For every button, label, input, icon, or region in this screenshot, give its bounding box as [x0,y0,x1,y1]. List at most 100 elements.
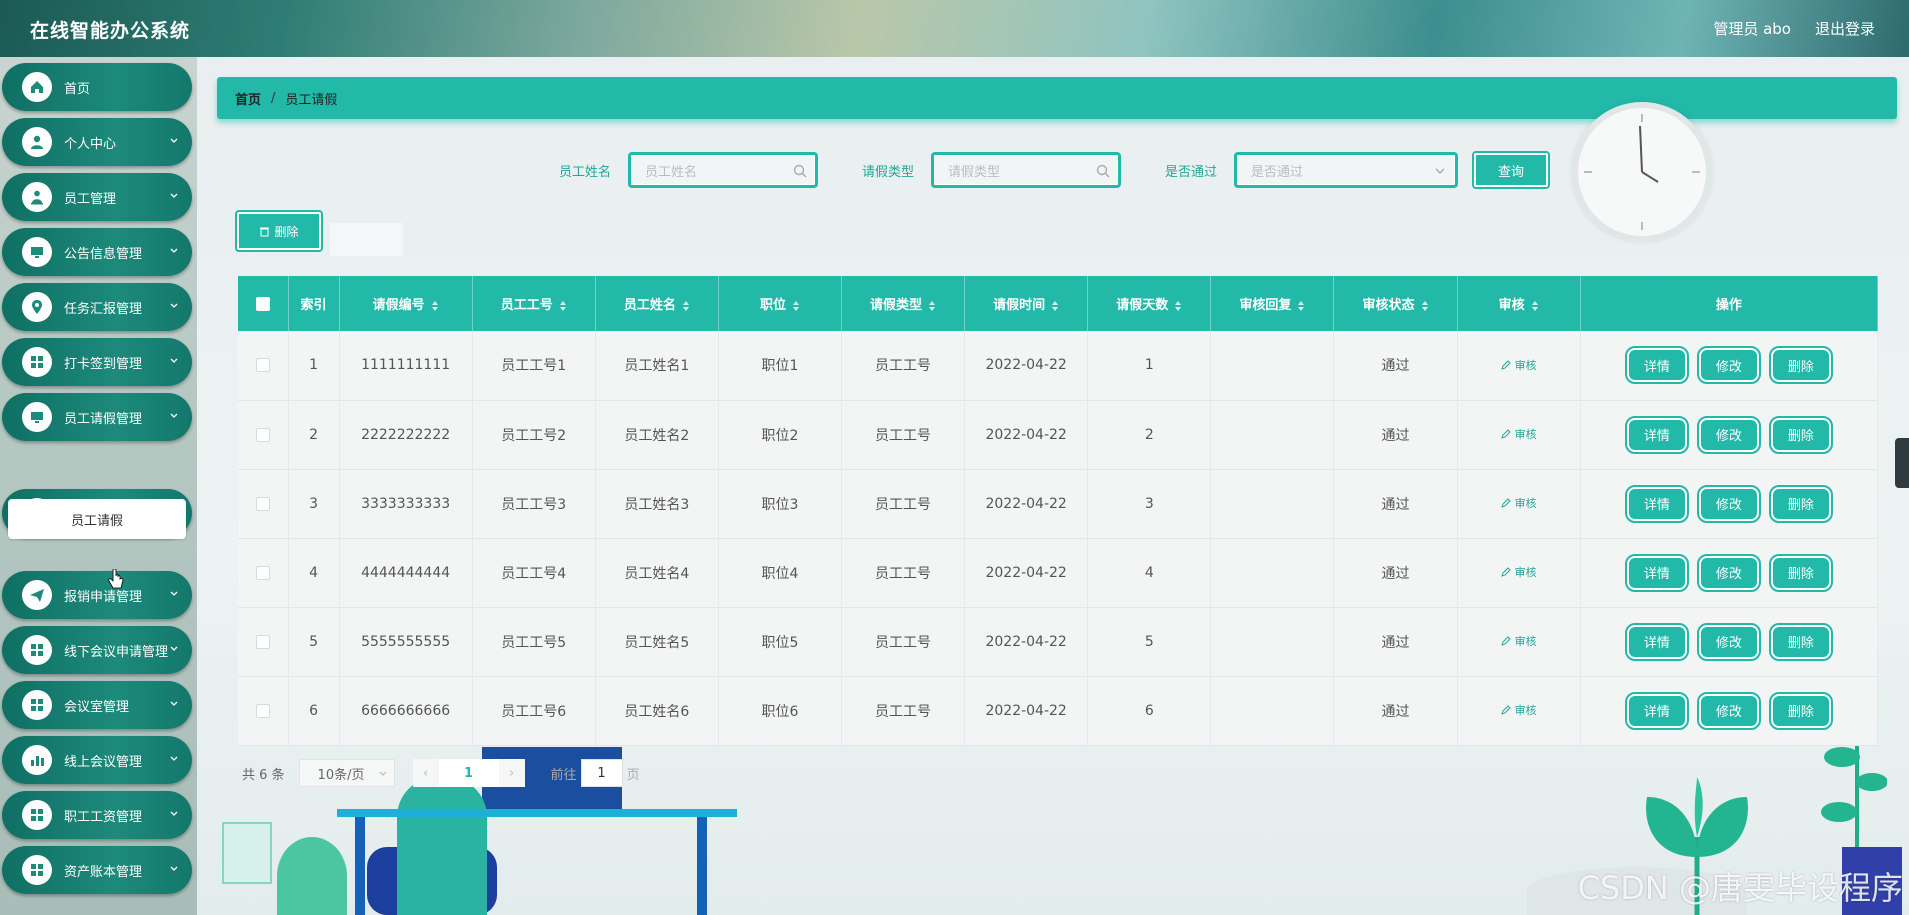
sidebar-item[interactable]: 线上会议管理 [2,736,192,784]
user-icon [22,127,52,157]
detail-button[interactable]: 详情 [1624,622,1689,661]
cell-position: 职位4 [718,538,843,608]
row-checkbox[interactable] [255,703,270,718]
column-header-label: 职位 [759,298,786,313]
breadcrumb-home[interactable]: 首页 [235,89,261,108]
edit-button[interactable]: 修改 [1696,484,1761,523]
audit-link[interactable]: 审核 [1500,564,1537,580]
column-header[interactable]: 员工工号 [472,276,596,331]
audit-link[interactable]: 审核 [1500,633,1537,649]
detail-button[interactable]: 详情 [1624,691,1689,730]
column-header[interactable]: 请假时间 [964,276,1089,331]
column-header[interactable]: 审核状态 [1333,276,1458,331]
sort-icon[interactable] [1174,300,1182,312]
row-select-cell [238,469,289,539]
current-page-number[interactable]: 1 [438,759,499,787]
sidebar-item-label: 员工请假管理 [64,411,143,427]
delete-button[interactable]: 删除 [1768,415,1833,454]
sidebar-item[interactable]: 员工管理 [2,173,192,221]
sidebar-item[interactable]: 员工请假管理 [2,393,192,441]
column-header[interactable]: 员工姓名 [595,276,719,331]
admin-user-label[interactable]: 管理员 abo [1713,18,1791,39]
column-header[interactable]: 请假天数 [1087,276,1212,331]
sidebar-item[interactable]: 公告信息管理 [2,228,192,276]
employee-name-input[interactable]: 员工姓名 [628,152,818,188]
grid-icon [22,800,52,830]
row-checkbox[interactable] [255,358,270,373]
audit-label: 审核 [1514,428,1537,441]
sort-icon[interactable] [928,300,936,312]
sort-icon[interactable] [1051,300,1059,312]
sidebar-item[interactable]: 会议室管理 [2,681,192,729]
cell-audit: 审核 [1457,469,1581,539]
chevron-down-icon [168,355,180,367]
sidebar-item[interactable]: 打卡签到管理 [2,338,192,386]
column-header-label: 操作 [1715,298,1742,313]
sidebar-item[interactable]: 任务汇报管理 [2,283,192,331]
prev-page-button[interactable]: ‹ [412,759,439,787]
logout-link[interactable]: 退出登录 [1815,18,1875,39]
edit-button[interactable]: 修改 [1696,415,1761,454]
sidebar-item[interactable]: 首页 [2,63,192,111]
row-checkbox[interactable] [255,496,270,511]
detail-button[interactable]: 详情 [1624,484,1689,523]
row-checkbox[interactable] [255,634,270,649]
row-checkbox[interactable] [255,565,270,580]
next-page-button[interactable]: › [498,759,525,787]
column-header[interactable]: 请假类型 [841,276,966,331]
sort-icon[interactable] [559,300,567,312]
sidebar-item[interactable]: 资产账本管理 [2,846,192,894]
approved-select[interactable]: 是否通过 [1234,152,1458,188]
sidebar-item[interactable]: 职工工资管理 [2,791,192,839]
select-all-checkbox[interactable] [255,296,270,311]
sort-icon[interactable] [1297,300,1305,312]
edit-button[interactable]: 修改 [1696,553,1761,592]
delete-button[interactable]: 删除 [1768,691,1833,730]
employee-icon [22,182,52,212]
cell-leave-type: 员工工号 [841,331,966,401]
audit-link[interactable]: 审核 [1500,426,1537,442]
column-header[interactable]: 审核回复 [1210,276,1335,331]
query-button[interactable]: 查询 [1472,151,1550,189]
edit-button[interactable]: 修改 [1696,622,1761,661]
sidebar-item[interactable]: 线下会议申请管理 [2,626,192,674]
cell-index: 1 [288,331,340,401]
cell-audit: 审核 [1457,400,1581,470]
row-select-cell [238,676,289,746]
edit-button[interactable]: 修改 [1696,346,1761,385]
audit-link[interactable]: 审核 [1500,702,1537,718]
table-row: 4 4444444444 员工工号4 员工姓名4 职位4 员工工号 2022-04-22 4 通… [238,538,1879,608]
cell-leave-date: 2022-04-22 [964,331,1089,401]
submenu-item-employee-leave[interactable]: 员工请假 [8,499,186,539]
column-header[interactable]: 请假编号 [339,276,473,331]
row-checkbox[interactable] [255,427,270,442]
sort-icon[interactable] [1531,300,1539,312]
goto-page-input[interactable]: 1 [580,759,623,787]
delete-button[interactable]: 删除 [1768,622,1833,661]
audit-link[interactable]: 审核 [1500,357,1537,373]
sort-icon[interactable] [431,300,439,312]
chevron-down-icon [168,190,180,202]
detail-button[interactable]: 详情 [1624,553,1689,592]
column-header[interactable]: 审核 [1457,276,1581,331]
sidebar-item[interactable]: 个人中心 [2,118,192,166]
grid-icon [22,855,52,885]
sort-icon[interactable] [792,300,800,312]
cell-leave-date: 2022-04-22 [964,400,1089,470]
batch-delete-button[interactable]: 删除 [235,210,323,252]
sort-icon[interactable] [1421,300,1429,312]
side-drawer-handle[interactable] [1895,438,1909,488]
column-header[interactable]: 职位 [718,276,843,331]
sort-icon[interactable] [682,300,690,312]
audit-link[interactable]: 审核 [1500,495,1537,511]
sidebar-item[interactable]: 报销申请管理 [2,571,192,619]
delete-button[interactable]: 删除 [1768,346,1833,385]
delete-button[interactable]: 删除 [1768,484,1833,523]
delete-button[interactable]: 删除 [1768,553,1833,592]
cell-days: 6 [1087,676,1212,746]
page-size-select[interactable]: 10条/页 [298,759,395,787]
edit-button[interactable]: 修改 [1696,691,1761,730]
detail-button[interactable]: 详情 [1624,346,1689,385]
leave-type-input[interactable]: 请假类型 [931,152,1121,188]
detail-button[interactable]: 详情 [1624,415,1689,454]
